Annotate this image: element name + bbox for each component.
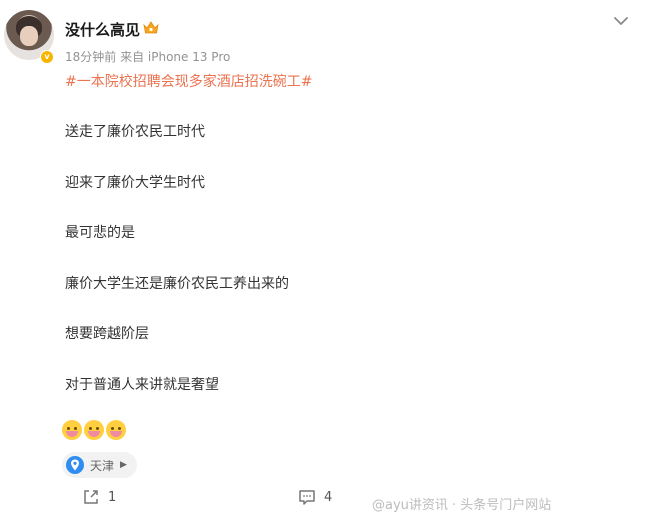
post-text-line: 最可悲的是 (65, 225, 135, 241)
crown-icon (143, 21, 159, 34)
crying-face-icon (106, 420, 126, 440)
emoji-row (62, 420, 126, 442)
share-icon (84, 490, 98, 504)
chevron-down-icon[interactable] (612, 12, 630, 30)
share-button[interactable]: 1 (82, 488, 116, 506)
post-meta: 18分钟前 来自 iPhone 13 Pro (65, 50, 231, 64)
weibo-post-card: v 没什么高见 18分钟前 来自 iPhone 13 Pro #一本院校招聘会现… (0, 0, 657, 526)
author-name[interactable]: 没什么高见 (65, 19, 140, 40)
comment-count: 4 (324, 489, 333, 505)
comment-icon (299, 490, 315, 505)
verified-badge-icon: v (40, 50, 54, 64)
post-text-line: 想要跨越阶层 (65, 326, 149, 342)
location-tag[interactable]: 天津 ▶ (62, 452, 137, 478)
crying-face-icon (84, 420, 104, 440)
location-pin-icon (66, 456, 84, 474)
watermark: @ayu讲资讯 · 头条号门户网站 (372, 498, 552, 513)
comment-button[interactable]: 4 (298, 488, 332, 506)
post-text-line: 送走了廉价农民工时代 (65, 124, 205, 140)
post-text-line: 迎来了廉价大学生时代 (65, 175, 205, 191)
topic-hashtag-link[interactable]: #一本院校招聘会现多家酒店招洗碗工# (65, 71, 312, 91)
chevron-right-icon: ▶ (120, 460, 127, 470)
post-text-line: 廉价大学生还是廉价农民工养出来的 (65, 276, 289, 292)
location-label: 天津 (90, 458, 115, 473)
crying-face-icon (62, 420, 82, 440)
share-count: 1 (108, 489, 117, 505)
post-text-line: 对于普通人来讲就是奢望 (65, 377, 219, 393)
